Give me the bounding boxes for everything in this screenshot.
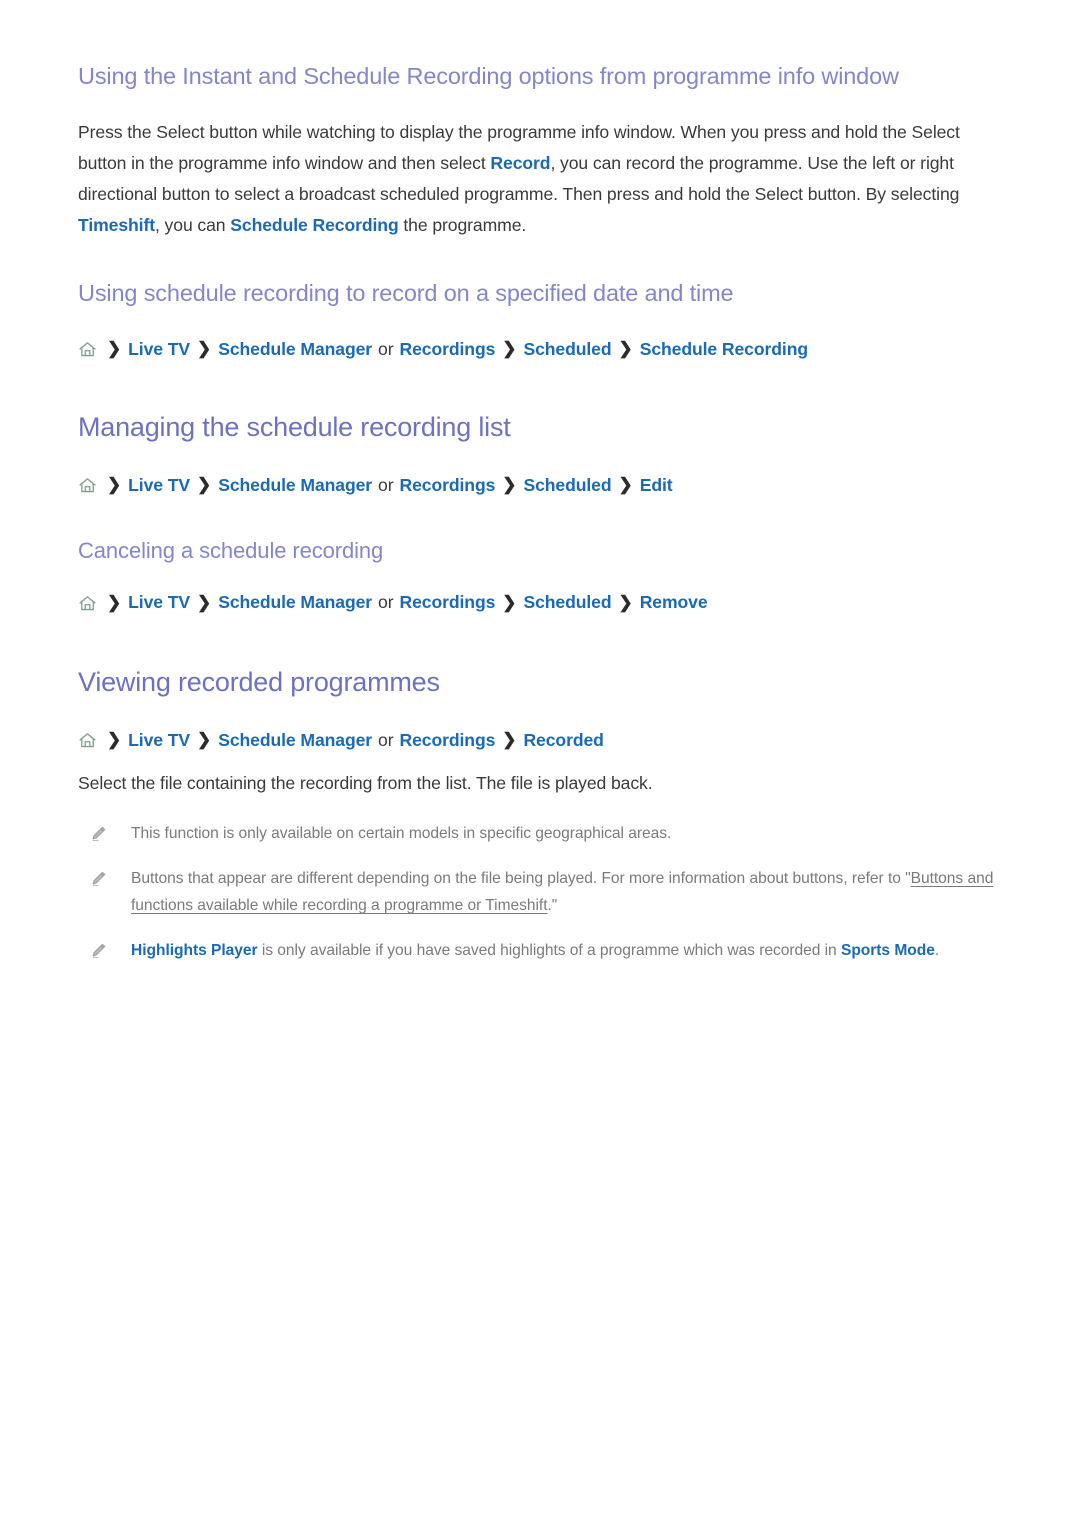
breadcrumb-managing-list: ❯ Live TV ❯ Schedule Manager or Recordin… xyxy=(78,471,1002,499)
pencil-icon xyxy=(90,942,107,959)
breadcrumb-separator: ❯ xyxy=(618,592,633,612)
paragraph-text-part-3: , you can xyxy=(154,215,231,236)
breadcrumb-separator: ❯ xyxy=(197,730,212,750)
note-text-part-2: . xyxy=(934,942,940,960)
paragraph-instant-schedule: Press the Select button while watching t… xyxy=(78,117,1002,241)
breadcrumb-separator: ❯ xyxy=(197,339,212,359)
breadcrumb-item-schedule-manager[interactable]: Schedule Manager xyxy=(218,588,372,616)
breadcrumb-item-recordings[interactable]: Recordings xyxy=(400,588,496,616)
breadcrumb-item-scheduled[interactable]: Scheduled xyxy=(523,588,611,616)
breadcrumb-item-remove[interactable]: Remove xyxy=(640,588,708,616)
breadcrumb-item-recordings[interactable]: Recordings xyxy=(400,726,496,754)
breadcrumb-separator: ❯ xyxy=(502,475,517,494)
breadcrumb-conjunction: or xyxy=(378,338,394,359)
home-icon[interactable] xyxy=(78,594,97,613)
note-text-part-2: ." xyxy=(547,896,558,914)
breadcrumb-item-edit[interactable]: Edit xyxy=(640,471,673,499)
breadcrumb-separator: ❯ xyxy=(502,339,517,359)
link-schedule-recording[interactable]: Schedule Recording xyxy=(230,215,398,235)
note-item: Buttons that appear are different depend… xyxy=(78,866,1002,919)
breadcrumb-separator: ❯ xyxy=(197,592,212,612)
note-text-part-1: Buttons that appear are different depend… xyxy=(131,870,911,888)
note-text: Highlights Player is only available if y… xyxy=(131,938,939,965)
breadcrumb-separator: ❯ xyxy=(107,339,122,359)
breadcrumb-item-schedule-manager[interactable]: Schedule Manager xyxy=(218,335,372,363)
note-text: This function is only available on certa… xyxy=(131,821,671,848)
breadcrumb-separator: ❯ xyxy=(618,475,633,494)
section-heading-managing-list: Managing the schedule recording list xyxy=(78,411,511,442)
home-icon[interactable] xyxy=(78,340,97,359)
breadcrumb-item-recordings[interactable]: Recordings xyxy=(400,471,496,499)
note-item: Highlights Player is only available if y… xyxy=(78,938,1002,965)
link-timeshift[interactable]: Timeshift xyxy=(78,215,155,235)
breadcrumb-item-scheduled[interactable]: Scheduled xyxy=(523,335,611,363)
breadcrumb-item-schedule-manager[interactable]: Schedule Manager xyxy=(218,471,372,499)
breadcrumb-item-live-tv[interactable]: Live TV xyxy=(128,335,190,363)
paragraph-text-part-4: the programme. xyxy=(398,215,527,236)
document-page: Using the Instant and Schedule Recording… xyxy=(0,0,1080,1527)
breadcrumb-conjunction: or xyxy=(378,474,394,495)
breadcrumb-conjunction: or xyxy=(378,592,394,612)
home-icon[interactable] xyxy=(78,476,97,495)
note-text-part-1: is only available if you have saved high… xyxy=(257,942,841,960)
note-link-sports-mode[interactable]: Sports Mode xyxy=(841,942,935,959)
note-text-part-1: This function is only available on certa… xyxy=(131,824,672,842)
breadcrumb-item-scheduled[interactable]: Scheduled xyxy=(523,471,611,499)
breadcrumb-specified-date: ❯ Live TV ❯ Schedule Manager or Recordin… xyxy=(78,335,1002,363)
note-link-highlights-player[interactable]: Highlights Player xyxy=(131,942,258,959)
pencil-icon xyxy=(90,825,107,842)
breadcrumb-item-live-tv[interactable]: Live TV xyxy=(128,726,190,754)
breadcrumb-separator: ❯ xyxy=(502,730,517,750)
section-heading-canceling: Canceling a schedule recording xyxy=(78,537,384,563)
breadcrumb-separator: ❯ xyxy=(197,475,212,494)
note-item: This function is only available on certa… xyxy=(78,821,1002,848)
breadcrumb-item-live-tv[interactable]: Live TV xyxy=(128,471,190,499)
paragraph-viewing-recorded: Select the file containing the recording… xyxy=(78,772,653,793)
breadcrumb-separator: ❯ xyxy=(107,475,122,494)
breadcrumb-separator: ❯ xyxy=(502,592,517,612)
breadcrumb-separator: ❯ xyxy=(107,592,122,612)
breadcrumb-item-schedule-recording[interactable]: Schedule Recording xyxy=(640,335,808,363)
breadcrumb-item-recorded[interactable]: Recorded xyxy=(523,726,603,754)
home-icon[interactable] xyxy=(78,731,97,750)
pencil-icon xyxy=(90,870,107,887)
section-heading-specified-date: Using schedule recording to record on a … xyxy=(78,280,734,307)
breadcrumb-item-live-tv[interactable]: Live TV xyxy=(128,588,190,616)
breadcrumb-separator: ❯ xyxy=(107,730,122,750)
section-heading-instant-schedule: Using the Instant and Schedule Recording… xyxy=(78,63,899,89)
breadcrumb-item-schedule-manager[interactable]: Schedule Manager xyxy=(218,726,372,754)
breadcrumb-canceling: ❯ Live TV ❯ Schedule Manager or Recordin… xyxy=(78,588,1002,616)
breadcrumb-item-recordings[interactable]: Recordings xyxy=(400,335,496,363)
link-record[interactable]: Record xyxy=(490,153,550,173)
breadcrumb-conjunction: or xyxy=(378,729,394,750)
section-heading-viewing-recorded: Viewing recorded programmes xyxy=(78,667,440,697)
notes-list: This function is only available on certa… xyxy=(78,821,1002,965)
note-text: Buttons that appear are different depend… xyxy=(131,866,1002,919)
breadcrumb-viewing-recorded: ❯ Live TV ❯ Schedule Manager or Recordin… xyxy=(78,726,1002,754)
breadcrumb-separator: ❯ xyxy=(618,339,633,359)
